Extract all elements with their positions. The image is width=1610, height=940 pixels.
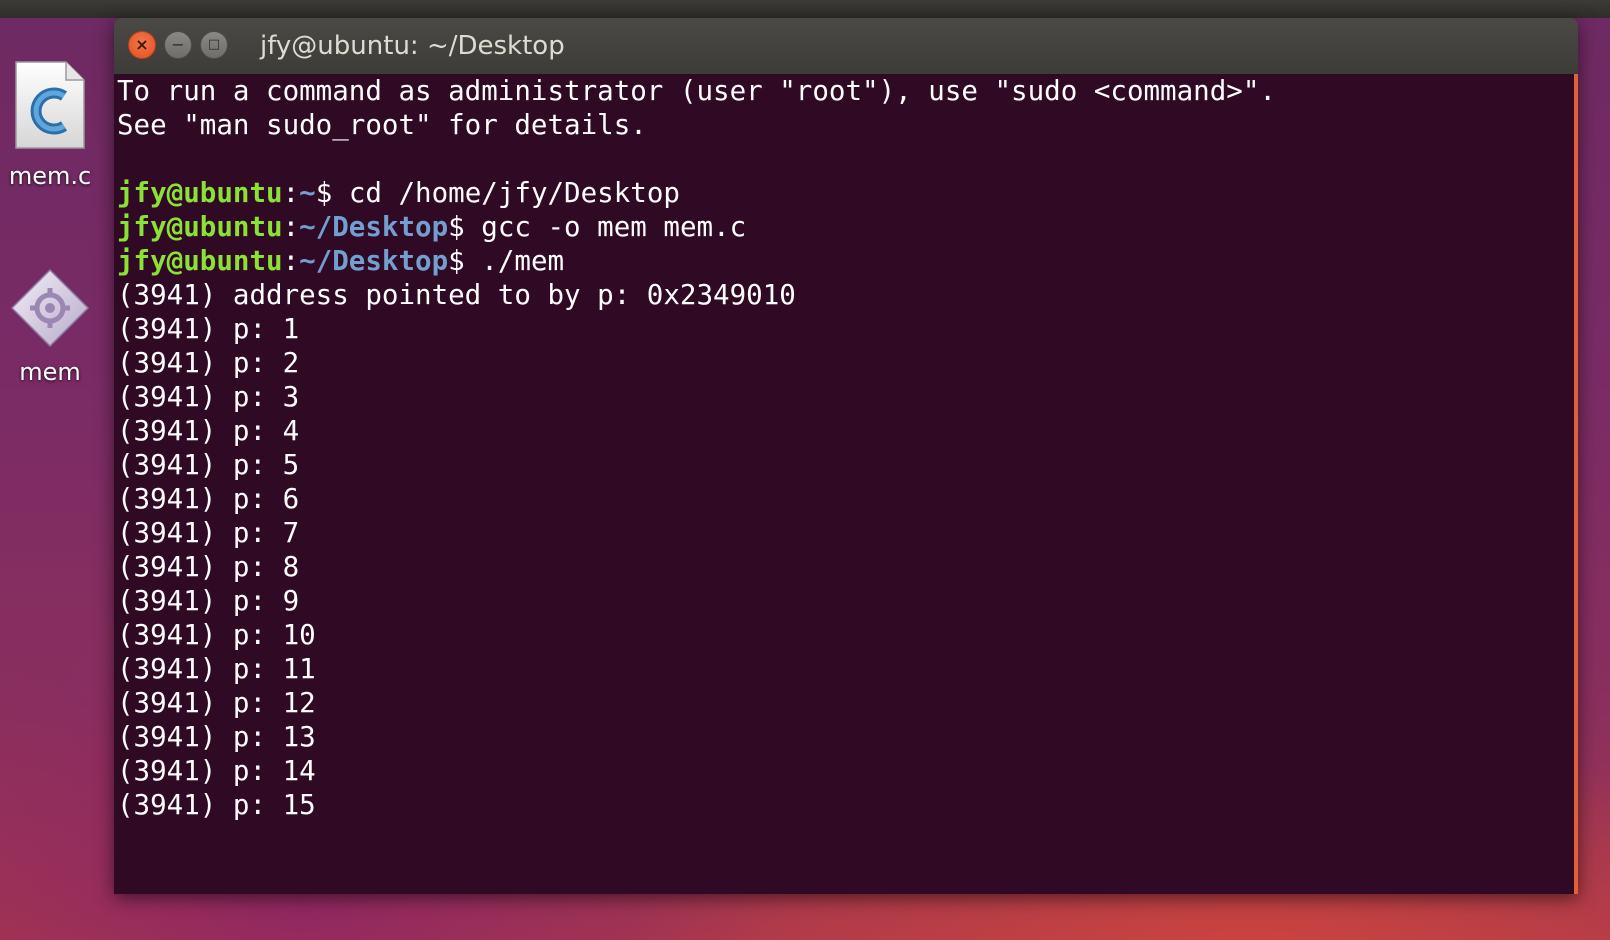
terminal-line: To run a command as administrator (user … — [117, 75, 1276, 107]
prompt-user: jfy@ubuntu — [117, 211, 283, 243]
prompt-user: jfy@ubuntu — [117, 245, 283, 277]
desktop-icon-label: mem — [19, 358, 81, 386]
window-titlebar[interactable]: × − □ jfy@ubuntu: ~/Desktop — [114, 18, 1578, 75]
output-line: (3941) p: 12 — [117, 687, 316, 719]
executable-icon — [10, 268, 90, 348]
c-source-file-icon — [15, 61, 85, 149]
prompt-line: jfy@ubuntu:~/Desktop$ ./mem — [117, 244, 1574, 278]
output-line: (3941) p: 8 — [117, 551, 300, 583]
prompt-symbol: $ — [448, 211, 465, 243]
minimize-button[interactable]: − — [164, 31, 192, 59]
output-line: (3941) p: 11 — [117, 653, 316, 685]
prompt-line: jfy@ubuntu:~$ cd /home/jfy/Desktop — [117, 176, 1574, 210]
prompt-line: jfy@ubuntu:~/Desktop$ gcc -o mem mem.c — [117, 210, 1574, 244]
output-line: (3941) p: 9 — [117, 585, 300, 617]
terminal-line: See "man sudo_root" for details. — [117, 109, 647, 141]
prompt-path: ~/Desktop — [299, 211, 449, 243]
output-line: (3941) p: 1 — [117, 313, 300, 345]
terminal-window: × − □ jfy@ubuntu: ~/Desktop To run a com… — [114, 18, 1578, 894]
output-line: (3941) p: 5 — [117, 449, 300, 481]
output-line: (3941) p: 6 — [117, 483, 300, 515]
window-title: jfy@ubuntu: ~/Desktop — [260, 31, 565, 61]
prompt-path: ~/Desktop — [299, 245, 449, 277]
desktop-icon-label: mem.c — [8, 162, 92, 190]
minimize-icon: − — [171, 35, 185, 54]
maximize-icon: □ — [207, 37, 221, 52]
desktop-icon-mem-c[interactable]: mem.c — [0, 60, 100, 190]
output-line: (3941) p: 10 — [117, 619, 316, 651]
close-button[interactable]: × — [128, 31, 156, 59]
prompt-symbol: $ — [315, 177, 333, 209]
output-line: (3941) p: 4 — [117, 415, 300, 447]
output-line: (3941) p: 2 — [117, 347, 300, 379]
terminal-content[interactable]: To run a command as administrator (user … — [114, 74, 1578, 894]
output-line: (3941) p: 7 — [117, 517, 300, 549]
top-panel — [0, 0, 1610, 18]
maximize-button[interactable]: □ — [200, 31, 228, 59]
prompt-symbol: $ — [448, 245, 465, 277]
prompt-separator: : — [282, 177, 300, 209]
output-line: (3941) address pointed to by p: 0x234901… — [117, 279, 796, 311]
close-icon: × — [135, 35, 149, 54]
command-text: cd /home/jfy/Desktop — [332, 177, 680, 209]
prompt-separator: : — [282, 211, 300, 243]
command-text: gcc -o mem mem.c — [464, 211, 747, 243]
prompt-path: ~ — [299, 177, 316, 209]
output-line: (3941) p: 3 — [117, 381, 300, 413]
desktop-icon-mem[interactable]: mem — [0, 268, 100, 386]
output-line: (3941) p: 15 — [117, 789, 316, 821]
command-text: ./mem — [464, 245, 565, 277]
output-line: (3941) p: 14 — [117, 755, 316, 787]
prompt-user: jfy@ubuntu — [117, 177, 283, 209]
prompt-separator: : — [282, 245, 300, 277]
output-line: (3941) p: 13 — [117, 721, 316, 753]
